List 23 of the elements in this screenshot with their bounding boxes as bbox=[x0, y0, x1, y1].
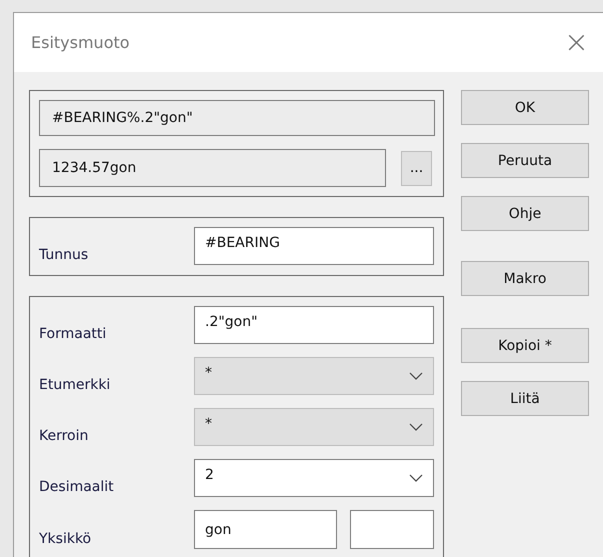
input-field[interactable] bbox=[350, 510, 434, 549]
dialog-button[interactable]: Liitä bbox=[461, 381, 589, 416]
dialog-button[interactable]: Makro bbox=[461, 261, 589, 296]
dialog-button[interactable]: Peruuta bbox=[461, 143, 589, 178]
input-field[interactable]: gon bbox=[194, 510, 337, 549]
identifier-field[interactable]: #BEARING bbox=[194, 227, 434, 265]
field-label: Etumerkki bbox=[39, 377, 110, 395]
field-label: Kerroin bbox=[39, 428, 88, 446]
input-field[interactable]: .2"gon" bbox=[194, 306, 434, 344]
dialog-button[interactable]: Kopioi * bbox=[461, 328, 589, 363]
dialog-button[interactable]: Ohje bbox=[461, 196, 589, 231]
chevron-down-icon bbox=[409, 423, 423, 431]
field-label: Tunnus bbox=[39, 247, 88, 265]
chevron-down-icon bbox=[409, 372, 423, 380]
field-label: Yksikkö bbox=[39, 531, 92, 549]
window-title: Esitysmuoto bbox=[31, 33, 130, 52]
close-button[interactable]: × bbox=[558, 28, 595, 58]
dropdown[interactable]: 2 bbox=[194, 459, 434, 497]
field-label: Formaatti bbox=[39, 326, 106, 344]
field-label: Desimaalit bbox=[39, 479, 114, 497]
dialog-button[interactable]: OK bbox=[461, 90, 589, 125]
browse-button[interactable]: ... bbox=[401, 150, 432, 186]
chevron-down-icon bbox=[409, 474, 423, 482]
